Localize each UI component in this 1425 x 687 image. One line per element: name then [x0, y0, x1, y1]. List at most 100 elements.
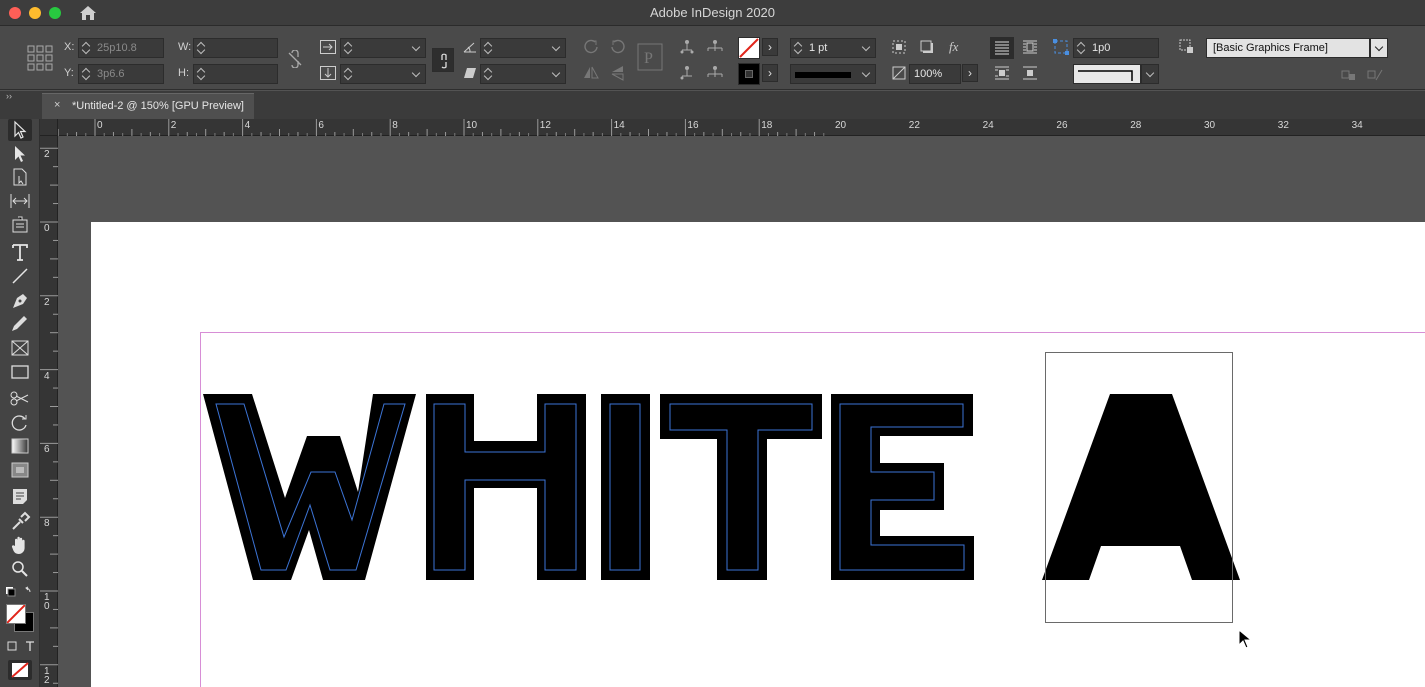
wrap-jump-object-icon[interactable] — [1020, 64, 1040, 82]
note-tool[interactable] — [8, 485, 32, 507]
scale-x-field[interactable] — [340, 38, 426, 58]
none-swatch-icon — [739, 38, 759, 58]
frame-fitting-icon[interactable] — [890, 38, 908, 56]
opacity-field[interactable]: 100% — [909, 64, 961, 84]
zoom-icon — [12, 561, 28, 577]
fill-stroke-proxy[interactable] — [4, 602, 36, 634]
note-icon — [13, 489, 27, 504]
scale-x-icon — [320, 40, 336, 54]
x-value: 25p10.8 — [97, 42, 137, 54]
gap-tool[interactable] — [8, 190, 32, 212]
free-transform-tool[interactable] — [8, 411, 32, 433]
rotation-field[interactable] — [480, 38, 566, 58]
formatting-affects-toggle[interactable] — [6, 640, 38, 654]
content-collector-tool[interactable] — [8, 214, 32, 236]
hand-tool[interactable] — [8, 534, 32, 556]
default-fill-stroke-button[interactable] — [4, 585, 34, 599]
fill-proxy[interactable] — [6, 604, 26, 624]
scale-y-field[interactable] — [340, 64, 426, 84]
gradient-feather-tool[interactable] — [8, 459, 32, 481]
wrap-bounding-box-icon[interactable] — [1020, 38, 1040, 56]
object-style-menu[interactable] — [1370, 38, 1388, 58]
apply-none-button[interactable] — [8, 660, 32, 680]
ruler-number: 24 — [982, 120, 994, 131]
rotate-ccw-icon[interactable] — [609, 38, 627, 56]
path-orientation-icon[interactable]: P — [636, 42, 664, 72]
opacity-menu-button[interactable]: › — [962, 64, 978, 82]
ruler-number: 12 — [539, 120, 551, 131]
flip-vertical-icon[interactable] — [609, 64, 627, 82]
select-content-icon[interactable] — [704, 38, 726, 56]
ruler-origin[interactable] — [40, 119, 58, 136]
clear-overrides-icon[interactable] — [1340, 66, 1358, 84]
apply-none-icon — [11, 662, 29, 678]
vertical-ruler[interactable]: 2 0 2 4 6 8 1 0 1 2 — [40, 136, 58, 687]
wrap-object-shape-icon[interactable] — [992, 64, 1012, 82]
tab-close-button[interactable]: × — [54, 99, 60, 111]
clear-attributes-icon[interactable] — [1366, 66, 1384, 84]
scissors-tool[interactable] — [8, 387, 32, 409]
page-tool[interactable] — [8, 166, 32, 188]
swap-fill-stroke-icon — [6, 586, 31, 597]
ruler-number: 22 — [908, 120, 920, 131]
hand-icon — [11, 536, 25, 554]
object-style-select[interactable]: [Basic Graphics Frame] — [1206, 38, 1370, 58]
eyedropper-tool[interactable] — [8, 510, 32, 532]
gradient-swatch-tool[interactable] — [8, 435, 32, 457]
constrain-scale-button[interactable] — [432, 48, 454, 72]
w-field[interactable] — [193, 38, 278, 58]
wrap-none-button[interactable] — [990, 37, 1014, 59]
zoom-tool[interactable] — [8, 558, 32, 580]
select-previous-icon[interactable] — [678, 64, 696, 82]
stroke-swatch-menu-button[interactable]: › — [762, 64, 778, 82]
corner-shape-icon — [1078, 70, 1133, 81]
selected-graphics-frame[interactable] — [1045, 352, 1233, 623]
ruler-number: 10 — [466, 120, 478, 131]
fill-swatch-menu-button[interactable]: › — [762, 38, 778, 56]
free-transform-icon — [11, 415, 27, 431]
rotation-angle-icon — [463, 42, 476, 53]
reference-point-icon[interactable] — [26, 44, 54, 72]
select-next-icon[interactable] — [704, 64, 726, 82]
ruler-number: 6 — [318, 120, 324, 131]
stroke-type-dropdown[interactable] — [790, 64, 876, 84]
select-container-icon[interactable] — [678, 38, 696, 56]
rectangle-tool[interactable] — [8, 361, 32, 383]
y-field[interactable]: 3p6.6 — [78, 64, 164, 84]
x-field[interactable]: 25p10.8 — [78, 38, 164, 58]
type-tool[interactable] — [8, 241, 32, 263]
stroke-offset-field[interactable]: 1p0 — [1073, 38, 1159, 58]
stroke-swatch[interactable] — [738, 63, 760, 85]
corner-shape-dropdown[interactable] — [1073, 64, 1141, 84]
ruler-number: 16 — [687, 120, 699, 131]
ruler-number: 18 — [761, 120, 773, 131]
pencil-tool[interactable] — [8, 313, 32, 335]
pencil-tool-icon — [12, 316, 27, 331]
ruler-number: 8 — [44, 518, 50, 530]
flip-horizontal-icon[interactable] — [582, 64, 600, 82]
corner-shape-menu[interactable] — [1141, 64, 1159, 84]
stroke-swatch-inner — [745, 70, 753, 78]
effects-fx-icon[interactable]: fx — [948, 38, 968, 56]
ruler-number: 28 — [1130, 120, 1142, 131]
h-field[interactable] — [193, 64, 278, 84]
rotate-cw-icon[interactable] — [582, 38, 600, 56]
collapse-panel-icon[interactable]: ›› — [6, 91, 12, 101]
shear-field[interactable] — [480, 64, 566, 84]
horizontal-ruler[interactable]: 02468101214161820222426283032343 — [58, 119, 1425, 136]
constrain-proportions-icon[interactable] — [286, 50, 304, 68]
content-collector-icon — [12, 216, 28, 233]
ruler-number: 4 — [44, 370, 50, 382]
pen-tool[interactable] — [8, 289, 32, 311]
fill-swatch[interactable] — [738, 37, 760, 59]
stroke-weight-field[interactable]: 1 pt — [790, 38, 876, 58]
document-tab[interactable]: × *Untitled-2 @ 150% [GPU Preview] — [42, 93, 254, 119]
direct-selection-tool[interactable] — [8, 143, 32, 165]
rectangle-frame-tool[interactable] — [8, 337, 32, 359]
drop-shadow-icon[interactable] — [918, 38, 936, 56]
ruler-number: 4 — [244, 120, 251, 131]
auto-fit-icon[interactable] — [1052, 38, 1070, 56]
stroke-weight-value: 1 pt — [809, 42, 828, 54]
selection-tool[interactable] — [8, 119, 32, 141]
line-tool[interactable] — [8, 265, 32, 287]
